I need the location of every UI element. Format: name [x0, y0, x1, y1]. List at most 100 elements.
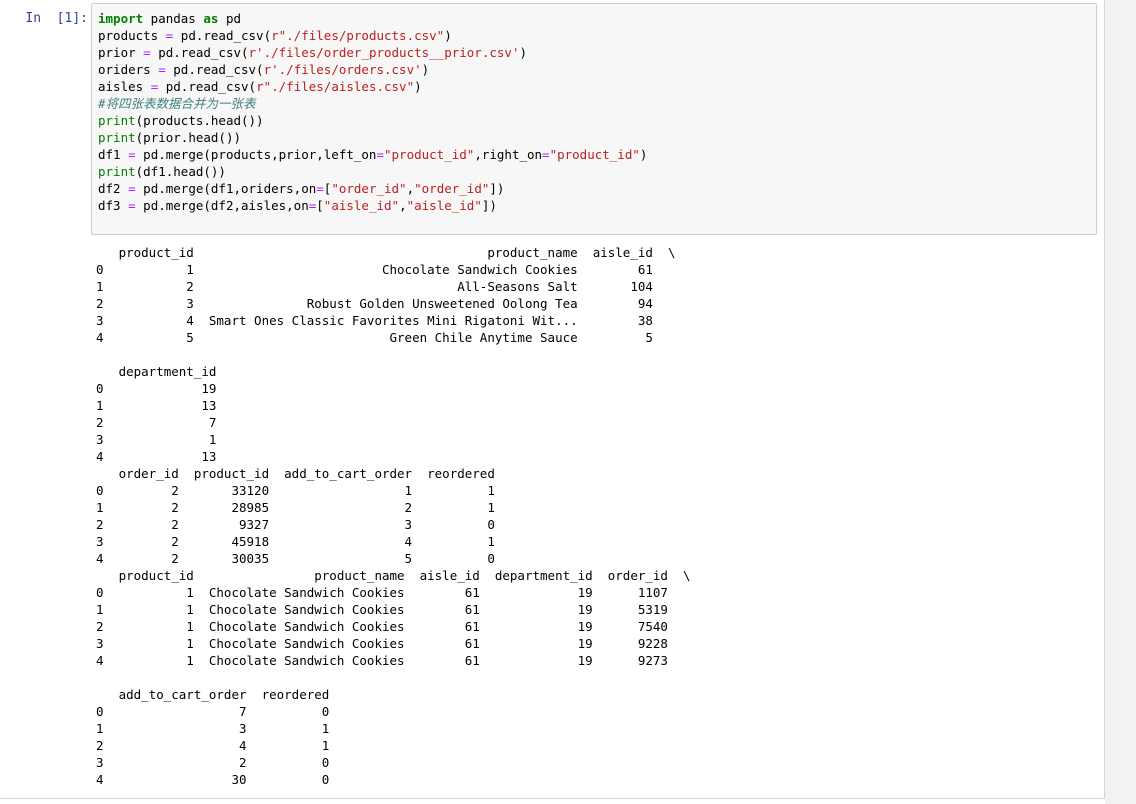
output-line: 3 2 0 — [96, 755, 330, 770]
output-line: 0 7 0 — [96, 704, 330, 719]
code-token: = — [128, 198, 136, 213]
code-token: ,right_on — [474, 147, 543, 162]
output-line: 0 1 Chocolate Sandwich Cookies 61 19 110… — [96, 585, 668, 600]
output-line: 2 2 9327 3 0 — [96, 517, 495, 532]
output-line: department_id — [96, 364, 217, 379]
code-line: import pandas as pd — [98, 10, 241, 27]
code-token: (df1.head()) — [135, 164, 226, 179]
code-token: pandas — [143, 11, 204, 26]
code-token: ) — [639, 147, 648, 162]
code-token: , — [399, 198, 407, 213]
code-token: pd.read_csv( — [165, 62, 264, 77]
code-line: #将四张表数据合并为一张表 — [98, 95, 256, 112]
output-line: 0 2 33120 1 1 — [96, 483, 495, 498]
code-token: "order_id" — [414, 181, 490, 196]
output-line: 3 1 — [96, 432, 217, 447]
code-line: oriders = pd.read_csv(r'./files/orders.c… — [98, 61, 429, 78]
output-line: 1 13 — [96, 398, 217, 413]
output-line: 1 1 Chocolate Sandwich Cookies 61 19 531… — [96, 602, 668, 617]
code-token: products — [98, 28, 166, 43]
code-token: pd.merge(df1,oriders,on — [135, 181, 317, 196]
code-token: #将四张表数据合并为一张表 — [98, 96, 256, 111]
output-line: 3 2 45918 4 1 — [96, 534, 495, 549]
code-token: pd.read_csv( — [173, 28, 272, 43]
output-line: 4 30 0 — [96, 772, 330, 787]
code-token: r"./files/aisles.csv" — [256, 79, 415, 94]
output-line: 3 1 Chocolate Sandwich Cookies 61 19 922… — [96, 636, 668, 651]
code-line: products = pd.read_csv(r"./files/product… — [98, 27, 452, 44]
output-line: 2 3 Robust Golden Unsweetened Oolong Tea… — [96, 296, 653, 311]
code-token: ]) — [481, 198, 497, 213]
output-line: 2 7 — [96, 415, 217, 430]
code-token: pd.merge(products,prior,left_on — [135, 147, 377, 162]
code-token: "aisle_id" — [323, 198, 400, 213]
code-token: prior — [98, 45, 144, 60]
code-token: = — [376, 147, 384, 162]
code-token: ) — [414, 79, 422, 94]
output-line: 0 19 — [96, 381, 217, 396]
code-token: print — [98, 113, 136, 128]
code-token: oriders — [98, 62, 159, 77]
code-token: ) — [421, 62, 430, 77]
code-token: df3 — [98, 198, 129, 213]
code-token: pd.read_csv( — [158, 79, 257, 94]
code-token: r'./files/orders.csv' — [263, 62, 422, 77]
code-token: "product_id" — [549, 147, 640, 162]
code-token: "aisle_id" — [406, 198, 482, 213]
output-line: 2 4 1 — [96, 738, 330, 753]
code-token: , — [406, 181, 415, 196]
code-line: aisles = pd.read_csv(r"./files/aisles.cs… — [98, 78, 422, 95]
scrollbar-gutter[interactable] — [1105, 0, 1136, 804]
code-token: ]) — [489, 181, 505, 196]
code-token: print — [98, 130, 136, 145]
output-line: 4 2 30035 5 0 — [96, 551, 495, 566]
output-line: product_id product_name aisle_id \ — [96, 245, 676, 260]
code-line: df1 = pd.merge(products,prior,left_on="p… — [98, 146, 647, 163]
output-line: product_id product_name aisle_id departm… — [96, 568, 691, 583]
output-line: 4 13 — [96, 449, 217, 464]
code-token: print — [98, 164, 136, 179]
code-token: = — [316, 181, 324, 196]
code-token: (products.head()) — [135, 113, 264, 128]
code-token: ) — [444, 28, 452, 43]
output-line: 1 2 28985 2 1 — [96, 500, 495, 515]
code-token: = — [542, 147, 550, 162]
code-token: aisles — [98, 79, 151, 94]
code-token: = — [128, 181, 136, 196]
output-line: 3 4 Smart Ones Classic Favorites Mini Ri… — [96, 313, 653, 328]
code-token: import — [98, 11, 144, 26]
code-token: "product_id" — [384, 147, 475, 162]
output-line: 2 1 Chocolate Sandwich Cookies 61 19 754… — [96, 619, 668, 634]
output-line: order_id product_id add_to_cart_order re… — [96, 466, 495, 481]
code-line: df2 = pd.merge(df1,oriders,on=["order_id… — [98, 180, 504, 197]
notebook-area: In [1]: import pandas as pd products = pd… — [0, 0, 1105, 799]
code-token: df2 — [98, 181, 129, 196]
output-line: 4 5 Green Chile Anytime Sauce 5 — [96, 330, 653, 345]
output-line: 1 3 1 — [96, 721, 330, 736]
code-cell-input[interactable]: import pandas as pd products = pd.read_cs… — [91, 3, 1097, 235]
output-line: 4 1 Chocolate Sandwich Cookies 61 19 927… — [96, 653, 668, 668]
code-token: = — [143, 45, 151, 60]
code-line: prior = pd.read_csv(r'./files/order_prod… — [98, 44, 527, 61]
code-token: pd.read_csv( — [150, 45, 249, 60]
input-prompt: In [1]: — [25, 11, 88, 26]
output-line: 0 1 Chocolate Sandwich Cookies 61 — [96, 262, 653, 277]
code-line: print(df1.head()) — [98, 163, 226, 180]
code-token: pd — [218, 11, 242, 26]
code-line: df3 = pd.merge(df2,aisles,on=["aisle_id"… — [98, 197, 497, 214]
code-token: (prior.head()) — [135, 130, 241, 145]
output-line: 1 2 All-Seasons Salt 104 — [96, 279, 653, 294]
output-line: add_to_cart_order reordered — [96, 687, 330, 702]
code-token: "order_id" — [331, 181, 407, 196]
code-token: [ — [316, 198, 324, 213]
code-token: pd.merge(df2,aisles,on — [135, 198, 309, 213]
code-token: ) — [519, 45, 527, 60]
code-token: = — [128, 147, 136, 162]
code-line: print(products.head()) — [98, 112, 264, 129]
code-line: print(prior.head()) — [98, 129, 241, 146]
code-token: as — [203, 11, 219, 26]
code-token: df1 — [98, 147, 129, 162]
code-token: = — [158, 62, 166, 77]
code-token: r'./files/order_products__prior.csv' — [248, 45, 520, 60]
code-token: r"./files/products.csv" — [271, 28, 445, 43]
